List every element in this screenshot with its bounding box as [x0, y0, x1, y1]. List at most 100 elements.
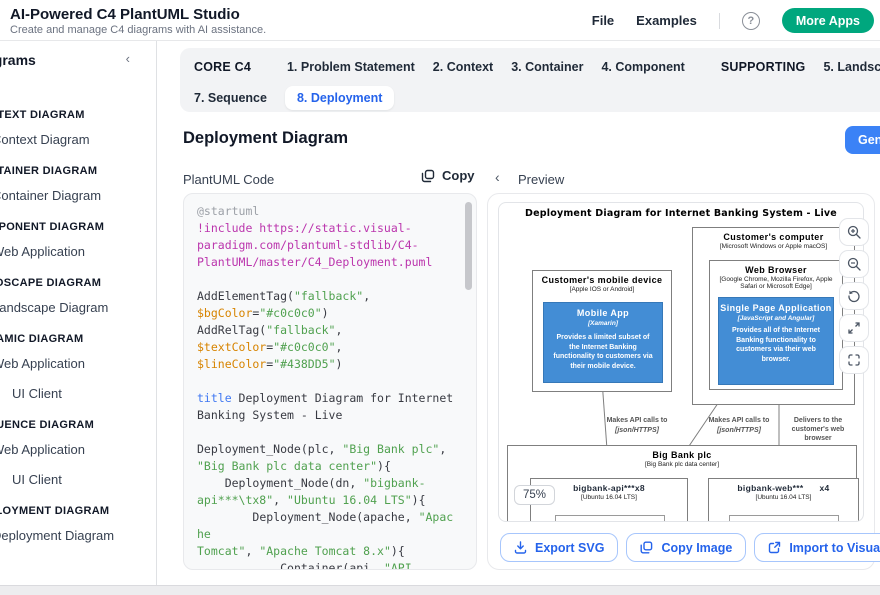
export-svg-button[interactable]: Export SVG	[500, 533, 618, 562]
container-desc: Provides a limited subset of the Interne…	[544, 333, 662, 371]
download-icon	[514, 541, 527, 554]
sidebar-item[interactable]: UI Client	[0, 472, 156, 488]
nav-divider	[719, 13, 720, 29]
generate-diagram-button[interactable]: Generate Diagram	[845, 126, 880, 154]
tab-row-1: CORE C4 1. Problem Statement 2. Context 3. …	[194, 58, 880, 76]
plantuml-code-label: PlantUML Code	[183, 172, 274, 187]
sidebar-list: CONTEXT DIAGRAM Context Diagram CONTAINER …	[0, 70, 156, 544]
edge-text: Makes API calls to	[592, 416, 682, 425]
app-header: AI-Powered C4 PlantUML Studio Create and…	[0, 0, 880, 41]
fit-view-icon	[847, 353, 861, 367]
examples-menu[interactable]: Examples	[636, 13, 697, 28]
copy-code-button[interactable]: Copy	[421, 168, 475, 183]
preview-actions: Export SVG Copy Image Import to Visual P…	[500, 533, 880, 562]
reset-view-button[interactable]	[839, 282, 869, 310]
diagrams-sidebar: Diagrams ‹ CONTEXT DIAGRAM Context Diagra…	[0, 41, 157, 585]
tab-1-problem-statement[interactable]: 1. Problem Statement	[287, 60, 415, 74]
sidebar-item[interactable]: Deployment Diagram	[0, 528, 156, 544]
tab-group-label-supporting: SUPPORTING	[721, 60, 806, 74]
expand-icon	[847, 321, 861, 335]
tab-5-landscape[interactable]: 5. Landscape	[823, 60, 880, 74]
sidebar-item[interactable]: Landscape Diagram	[0, 300, 156, 316]
container-tech: [JavaScript and Angular]	[719, 315, 833, 322]
copy-button-label: Copy	[442, 168, 475, 183]
diagram-viewport[interactable]: Deployment Diagram for Internet Banking …	[498, 202, 864, 522]
zoom-out-icon	[847, 257, 861, 271]
sidebar-item[interactable]: UI Client	[0, 386, 156, 402]
sidebar-section-header: COMPONENT DIAGRAM	[0, 220, 156, 234]
sidebar-section-header: CONTEXT DIAGRAM	[0, 108, 156, 122]
app-subtitle: Create and manage C4 diagrams with AI as…	[10, 24, 266, 36]
help-circle-icon[interactable]: ?	[742, 12, 760, 30]
preview-label: Preview	[518, 172, 564, 187]
node-name: bigbank-web***x4	[709, 483, 858, 493]
sidebar-item[interactable]: Web Application	[0, 244, 156, 260]
code-scrollbar[interactable]	[465, 202, 472, 290]
sidebar-title: Diagrams	[0, 52, 36, 68]
fit-view-button[interactable]	[839, 346, 869, 374]
computer-node: Customer's computer [Microsoft Windows o…	[692, 227, 855, 405]
big-bank-node: Big Bank plc [Big Bank plc data center] …	[507, 445, 857, 522]
collapse-preview-chevron-icon[interactable]: ‹	[495, 169, 500, 185]
node-name: Customer's computer	[693, 232, 854, 242]
copy-icon	[421, 169, 435, 183]
node-name: Customer's mobile device	[533, 275, 671, 285]
tab-4-component[interactable]: 4. Component	[601, 60, 684, 74]
node-meta: [Microsoft Windows or Apple macOS]	[693, 243, 854, 250]
tab-3-container[interactable]: 3. Container	[511, 60, 583, 74]
bottom-strip	[0, 585, 880, 595]
zoom-in-button[interactable]	[839, 218, 869, 246]
sidebar-section-header: CONTAINER DIAGRAM	[0, 164, 156, 178]
edge-text: Makes API calls to	[694, 416, 784, 425]
tab-2-context[interactable]: 2. Context	[433, 60, 493, 74]
node-name: Big Bank plc	[508, 450, 856, 460]
sidebar-item[interactable]: Web Application	[0, 356, 156, 372]
mobile-device-node: Customer's mobile device [Apple IOS or A…	[532, 270, 672, 392]
reset-view-icon	[847, 289, 861, 303]
tab-7-sequence[interactable]: 7. Sequence	[194, 91, 267, 105]
code-content[interactable]: @startuml !include https://static.visual…	[197, 203, 454, 570]
copy-image-button[interactable]: Copy Image	[626, 533, 746, 562]
mobile-app-container: Mobile App [Xamarin] Provides a limited …	[543, 302, 663, 383]
node-meta: [Apple IOS or Android]	[533, 286, 671, 293]
app-title: AI-Powered C4 PlantUML Studio	[10, 6, 240, 23]
container-name: Single Page Application	[719, 303, 833, 314]
tab-8-deployment[interactable]: 8. Deployment	[285, 86, 394, 110]
tab-group-label-core-c4: CORE C4	[194, 60, 251, 74]
expand-button[interactable]	[839, 314, 869, 342]
edge-label-api-calls-1: Makes API calls to [json/HTTPS]	[592, 416, 682, 435]
apache-tomcat-node: Apache Tomcat	[555, 515, 665, 522]
edge-label-api-calls-2: Makes API calls to [json/HTTPS]	[694, 416, 784, 435]
container-name: Mobile App	[544, 308, 662, 319]
zoom-out-button[interactable]	[839, 250, 869, 278]
plantuml-code-editor[interactable]: @startuml !include https://static.visual…	[183, 193, 477, 570]
file-menu[interactable]: File	[592, 13, 614, 28]
web-browser-node: Web Browser [Google Chrome, Mozilla Fire…	[709, 260, 843, 390]
app-window: AI-Powered C4 PlantUML Studio Create and…	[0, 0, 880, 595]
sidebar-item[interactable]: Web Application	[0, 442, 156, 458]
sidebar-section-header: DEPLOYMENT DIAGRAM	[0, 504, 156, 518]
sidebar-section-header: LANDSCAPE DIAGRAM	[0, 276, 156, 290]
apache-tomcat-node: Apache Tomcat	[729, 515, 839, 522]
spa-container: Single Page Application [JavaScript and …	[718, 297, 834, 385]
button-label: Copy Image	[661, 541, 732, 555]
node-meta: [Google Chrome, Mozilla Firefox, Apple S…	[710, 276, 842, 290]
more-apps-button[interactable]: More Apps	[782, 8, 874, 33]
chevron-left-icon[interactable]: ‹	[126, 51, 130, 66]
button-label: Import to Visual Paradigm	[789, 541, 880, 555]
edge-tech: [json/HTTPS]	[592, 426, 682, 435]
zoom-in-icon	[847, 225, 861, 239]
node-meta: [Big Bank plc data center]	[508, 461, 856, 468]
sidebar-section-header: DYNAMIC DIAGRAM	[0, 332, 156, 346]
edge-tech: [json/HTTPS]	[694, 426, 784, 435]
import-to-visual-paradigm-button[interactable]: Import to Visual Paradigm	[754, 533, 880, 562]
preview-panel: Deployment Diagram for Internet Banking …	[487, 193, 875, 570]
sidebar-item[interactable]: Container Diagram	[0, 188, 156, 204]
tab-row-2: 7. Sequence 8. Deployment	[194, 85, 880, 111]
header-nav: File Examples ? More Apps	[592, 0, 874, 41]
sidebar-section-header: SEQUENCE DIAGRAM	[0, 418, 156, 432]
diagram-title: Deployment Diagram for Internet Banking …	[499, 208, 863, 219]
button-label: Export SVG	[535, 541, 604, 555]
sidebar-item[interactable]: Context Diagram	[0, 132, 156, 148]
diagram-tabbar: CORE C4 1. Problem Statement 2. Context 3. …	[180, 48, 880, 112]
